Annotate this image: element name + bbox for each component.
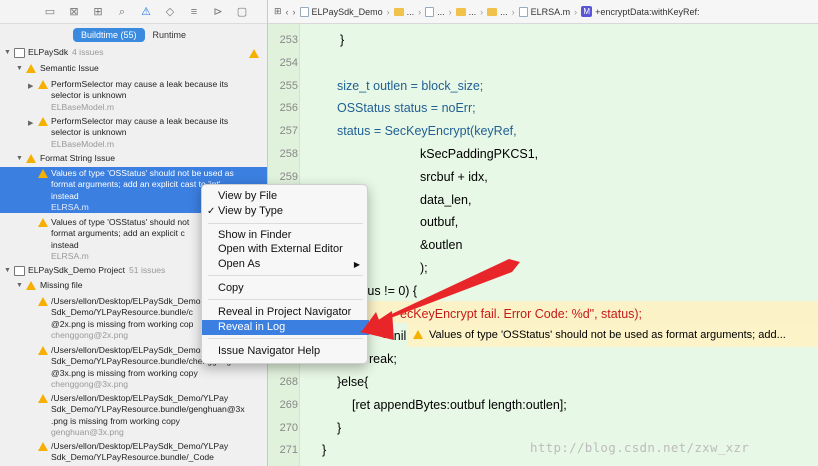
xcode-window: ▭ ⊠ ⊞ ⌕ ⚠ ◇ ≡ ⊳ ▢ Buildtime (55) Runtime…	[0, 0, 818, 466]
annotation-arrow	[360, 259, 520, 340]
watermark: http://blog.csdn.net/zxw_xzr	[530, 440, 750, 455]
